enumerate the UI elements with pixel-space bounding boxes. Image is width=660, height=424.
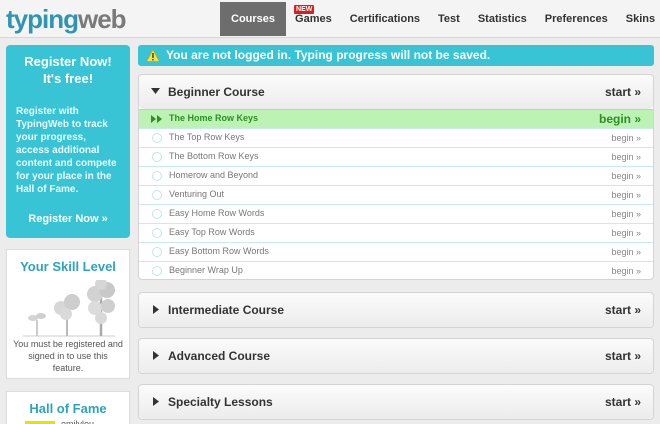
lesson-status-circle-icon xyxy=(152,209,162,219)
nav-skins[interactable]: Skins xyxy=(617,2,660,36)
lesson-begin-link[interactable]: begin » xyxy=(611,152,641,162)
specialty-lessons-title: Specialty Lessons xyxy=(168,395,273,409)
beginner-course-header[interactable]: Beginner Course start » xyxy=(139,75,653,109)
lesson-homerow-and-beyond[interactable]: Homerow and Beyond begin » xyxy=(139,166,653,185)
main-nav: Courses NEW Games Certifications Test St… xyxy=(220,2,660,36)
intermediate-course-header[interactable]: Intermediate Course start » xyxy=(139,293,653,327)
hall-of-fame-entry[interactable]: emilylou xyxy=(61,419,94,424)
lesson-easy-top-row-words[interactable]: Easy Top Row Words begin » xyxy=(139,223,653,242)
tree-growth-icon xyxy=(23,280,115,337)
skill-level-message: You must be registered and signed in to … xyxy=(13,339,123,373)
hall-of-fame-title: Hall of Fame xyxy=(29,401,107,416)
collapsed-arrow-icon xyxy=(153,305,159,314)
lesson-name: Easy Home Row Words xyxy=(169,208,265,218)
intermediate-course-start-link[interactable]: start » xyxy=(605,303,641,317)
lesson-home-row-keys[interactable]: The Home Row Keys begin » xyxy=(139,109,653,128)
hall-of-fame-panel: Hall of Fame emilylou xyxy=(6,391,130,424)
lesson-status-circle-icon xyxy=(152,152,162,162)
lesson-name: Easy Bottom Row Words xyxy=(169,246,269,256)
register-title-line1: Register Now! xyxy=(24,54,112,69)
not-logged-in-notice: You are not logged in. Typing progress w… xyxy=(138,45,654,66)
lesson-status-circle-icon xyxy=(152,190,162,200)
collapsed-arrow-icon xyxy=(153,397,159,406)
advanced-course-panel: Advanced Course start » xyxy=(138,338,654,374)
lesson-top-row-keys[interactable]: The Top Row Keys begin » xyxy=(139,128,653,147)
beginner-course-panel: Beginner Course start » The Home Row Key… xyxy=(138,74,654,280)
collapsed-arrow-icon xyxy=(153,351,159,360)
nav-games-label: Games xyxy=(295,13,332,25)
nav-courses[interactable]: Courses xyxy=(220,2,287,36)
lesson-begin-link[interactable]: begin » xyxy=(611,209,641,219)
lesson-begin-link[interactable]: begin » xyxy=(599,112,641,126)
typingweb-logo[interactable]: typingweb xyxy=(6,4,127,34)
nav-test[interactable]: Test xyxy=(429,2,469,36)
logo-part-typing: typing xyxy=(6,4,79,34)
specialty-lessons-header[interactable]: Specialty Lessons start » xyxy=(139,385,653,419)
lesson-name: The Top Row Keys xyxy=(169,132,245,142)
register-panel: Register Now! It's free! Register with T… xyxy=(6,45,130,238)
beginner-lesson-list: The Home Row Keys begin » The Top Row Ke… xyxy=(139,109,653,280)
top-bar: typingweb Courses NEW Games Certificatio… xyxy=(0,0,660,38)
lesson-begin-link[interactable]: begin » xyxy=(611,171,641,181)
lesson-bottom-row-keys[interactable]: The Bottom Row Keys begin » xyxy=(139,147,653,166)
intermediate-course-panel: Intermediate Course start » xyxy=(138,292,654,328)
lesson-easy-home-row-words[interactable]: Easy Home Row Words begin » xyxy=(139,204,653,223)
lesson-begin-link[interactable]: begin » xyxy=(611,133,641,143)
lesson-begin-link[interactable]: begin » xyxy=(611,190,641,200)
advanced-course-title: Advanced Course xyxy=(168,349,271,363)
lesson-begin-link[interactable]: begin » xyxy=(611,266,641,276)
play-double-icon xyxy=(151,115,162,123)
lesson-name: The Bottom Row Keys xyxy=(169,151,259,161)
skill-level-title: Your Skill Level xyxy=(20,259,116,274)
nav-games[interactable]: NEW Games xyxy=(286,2,341,36)
lesson-status-circle-icon xyxy=(152,228,162,238)
lesson-name: Easy Top Row Words xyxy=(169,227,255,237)
lesson-name: Beginner Wrap Up xyxy=(169,265,243,275)
notice-text: You are not logged in. Typing progress w… xyxy=(166,48,491,62)
nav-certifications[interactable]: Certifications xyxy=(341,2,429,36)
skill-level-panel: Your Skill Level You must be registered … xyxy=(6,249,130,379)
logo-part-web: web xyxy=(78,4,127,34)
lesson-beginner-wrap-up[interactable]: Beginner Wrap Up begin » xyxy=(139,261,653,280)
new-badge: NEW xyxy=(294,5,315,14)
lesson-status-circle-icon xyxy=(152,266,162,276)
lesson-begin-link[interactable]: begin » xyxy=(611,228,641,238)
nav-preferences[interactable]: Preferences xyxy=(536,2,617,36)
advanced-course-header[interactable]: Advanced Course start » xyxy=(139,339,653,373)
expanded-arrow-icon xyxy=(151,88,160,94)
lesson-venturing-out[interactable]: Venturing Out begin » xyxy=(139,185,653,204)
advanced-course-start-link[interactable]: start » xyxy=(605,349,641,363)
register-description: Register with TypingWeb to track your pr… xyxy=(16,106,117,195)
beginner-course-start-link[interactable]: start » xyxy=(605,85,641,99)
lesson-name: Venturing Out xyxy=(169,189,225,199)
lesson-name: Homerow and Beyond xyxy=(169,170,259,180)
register-title-line2: It's free! xyxy=(42,71,94,86)
lesson-easy-bottom-row-words[interactable]: Easy Bottom Row Words begin » xyxy=(139,242,653,261)
beginner-course-title: Beginner Course xyxy=(168,85,265,99)
register-now-button[interactable]: Register Now » xyxy=(6,213,130,225)
warning-icon xyxy=(146,49,160,62)
register-title: Register Now! It's free! xyxy=(6,45,130,87)
lesson-status-circle-icon xyxy=(152,247,162,257)
intermediate-course-title: Intermediate Course xyxy=(168,303,285,317)
lesson-status-circle-icon xyxy=(152,171,162,181)
lesson-name: The Home Row Keys xyxy=(169,113,259,123)
lesson-status-circle-icon xyxy=(152,133,162,143)
specialty-lessons-start-link[interactable]: start » xyxy=(605,395,641,409)
nav-statistics[interactable]: Statistics xyxy=(469,2,536,36)
lesson-begin-link[interactable]: begin » xyxy=(611,247,641,257)
specialty-lessons-panel: Specialty Lessons start » xyxy=(138,384,654,420)
